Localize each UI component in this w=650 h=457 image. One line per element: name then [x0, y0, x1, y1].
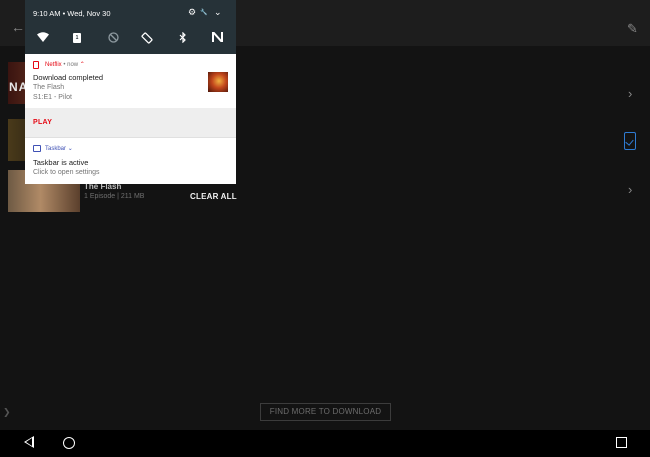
download-row-meta: 1 Episode | 211 MB [84, 193, 145, 200]
do-not-disturb-icon[interactable] [106, 32, 120, 46]
sim-label: 1 [73, 33, 81, 43]
back-arrow-icon[interactable]: ← [11, 20, 25, 34]
nav-home-icon[interactable] [63, 437, 75, 449]
wifi-icon[interactable] [36, 32, 50, 45]
settings-gear-icon[interactable]: ⚙ [188, 8, 196, 17]
notification-title: Download completed [33, 73, 104, 82]
system-ui-tuner-icon: 🔧 [200, 10, 208, 16]
collapse-caret-icon[interactable]: ⌃ [80, 62, 85, 68]
nfc-icon[interactable] [210, 29, 224, 45]
navigation-bar [0, 430, 650, 457]
nav-recents-icon[interactable] [616, 437, 627, 448]
chevron-right-icon[interactable]: › [628, 183, 632, 196]
netflix-notification[interactable]: Netflix • now ⌃ Download completed The F… [25, 54, 236, 108]
notification-app-name: Taskbar [45, 146, 67, 152]
expand-chevron-down-icon[interactable]: ⌄ [214, 8, 222, 17]
taskbar-notification[interactable]: Taskbar ⌄ Taskbar is active Click to ope… [25, 137, 236, 184]
play-action-button[interactable]: PLAY [33, 119, 52, 126]
notification-header: Taskbar ⌄ [45, 145, 73, 152]
notification-title: Taskbar is active [33, 158, 89, 167]
clear-all-button[interactable]: CLEAR ALL [190, 192, 237, 201]
auto-rotate-icon[interactable] [140, 32, 154, 47]
status-time-date: 9:10 AM • Wed, Nov 30 [33, 9, 111, 18]
notification-time: • now [63, 62, 79, 68]
notification-shade: 9:10 AM • Wed, Nov 30 ⚙ 🔧 ⌄ 1 Netflix • … [25, 0, 236, 184]
notification-header: Netflix • now ⌃ [45, 61, 85, 68]
bluetooth-icon[interactable] [176, 31, 190, 46]
notification-subtitle: Click to open settings [33, 169, 100, 176]
downloaded-device-icon [624, 132, 636, 150]
quick-settings-panel: 9:10 AM • Wed, Nov 30 ⚙ 🔧 ⌄ 1 [25, 0, 236, 54]
expand-caret-icon[interactable]: ⌄ [68, 146, 73, 152]
netflix-app-icon [33, 61, 39, 69]
chevron-right-icon[interactable]: › [628, 87, 632, 100]
nav-back-icon[interactable] [24, 436, 34, 448]
notification-thumbnail [208, 72, 228, 92]
taskbar-app-icon [33, 145, 41, 152]
sim-icon[interactable]: 1 [70, 32, 84, 43]
notification-episode: S1:E1 - Pilot [33, 94, 72, 101]
notification-app-name: Netflix [45, 62, 62, 68]
find-more-to-download-button[interactable]: FIND MORE TO DOWNLOAD [260, 403, 391, 421]
edit-pencil-icon[interactable]: ✎ [627, 22, 638, 35]
notification-show-title: The Flash [33, 84, 65, 91]
notification-action-bar: PLAY [25, 108, 236, 137]
taskbar-handle-icon[interactable]: ❯ [3, 408, 11, 417]
